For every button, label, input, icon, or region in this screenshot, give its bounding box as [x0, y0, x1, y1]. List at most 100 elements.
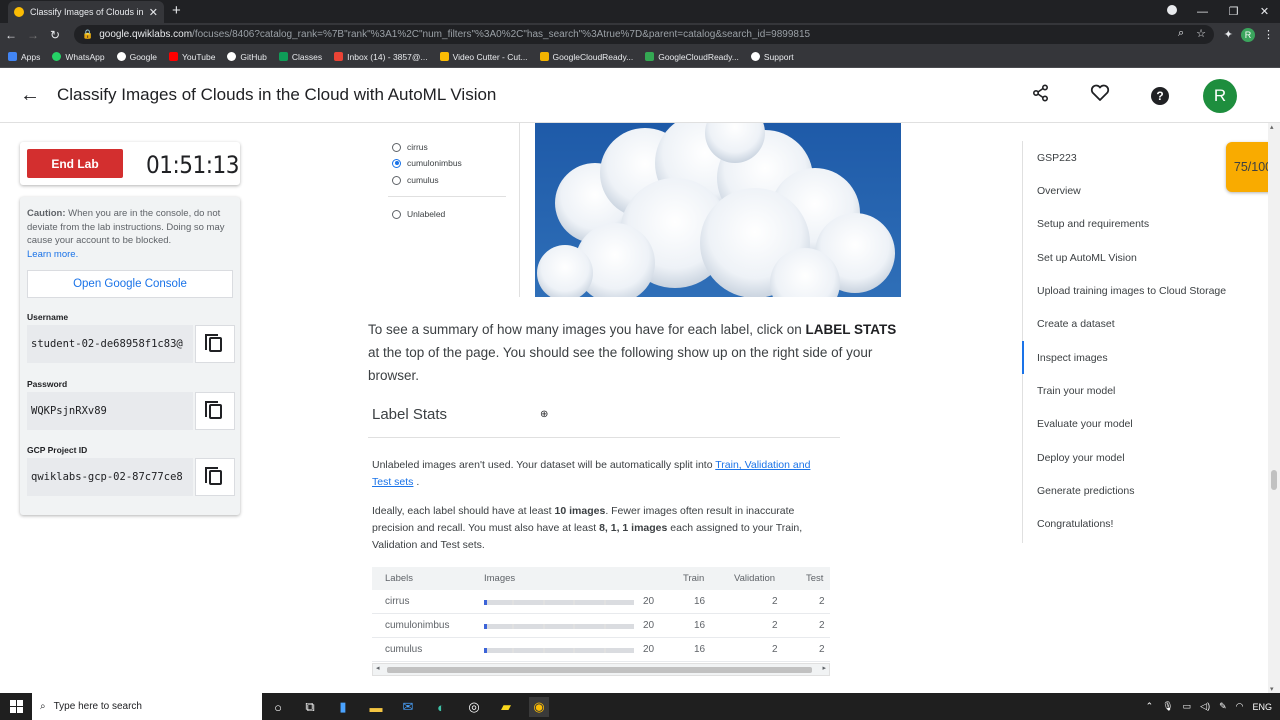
- toc-item-upload[interactable]: Upload training images to Cloud Storage: [1037, 285, 1226, 297]
- favorite-heart-icon[interactable]: [1090, 84, 1110, 107]
- page-icon: [645, 52, 655, 61]
- close-window-icon[interactable]: ✕: [1249, 5, 1280, 18]
- toc-item-dataset[interactable]: Create a dataset: [1037, 318, 1115, 330]
- toc-item-congratulations[interactable]: Congratulations!: [1037, 518, 1113, 530]
- address-bar[interactable]: 🔒 google.qwiklabs.com /focuses/8406?cata…: [74, 25, 1214, 44]
- media-icon[interactable]: [1156, 5, 1187, 18]
- language-indicator[interactable]: ENG: [1252, 702, 1272, 712]
- lab-timer-card: End Lab 01:51:13: [20, 142, 240, 185]
- microphone-icon[interactable]: 🎙: [1162, 701, 1173, 712]
- open-console-button[interactable]: Open Google Console: [27, 270, 233, 298]
- toc-item-train[interactable]: Train your model: [1037, 385, 1115, 397]
- bookmark-gcr-2[interactable]: GoogleCloudReady...: [645, 52, 739, 62]
- system-tray: ⌃ 🎙 ▭ ◁) ✎ ◠ ENG: [1146, 693, 1272, 720]
- gmail-icon: [334, 52, 344, 61]
- copy-project-id-button[interactable]: [195, 458, 235, 496]
- radio-unlabeled[interactable]: Unlabeled: [392, 209, 445, 219]
- minimize-icon[interactable]: —: [1187, 6, 1218, 18]
- github-icon: [227, 52, 237, 61]
- toc-item-automl[interactable]: Set up AutoML Vision: [1037, 252, 1137, 264]
- taskbar-search-box[interactable]: ⌕ Type here to search: [32, 693, 262, 720]
- restore-icon[interactable]: ❐: [1218, 5, 1249, 18]
- user-avatar[interactable]: R: [1203, 79, 1237, 113]
- row-train: 16: [694, 620, 706, 631]
- images-bar: [484, 648, 635, 653]
- profile-avatar[interactable]: R: [1241, 27, 1255, 42]
- toc-item-overview[interactable]: Overview: [1037, 185, 1081, 197]
- toc-item-predictions[interactable]: Generate predictions: [1037, 485, 1134, 497]
- scroll-right-icon[interactable]: ▸: [822, 664, 826, 672]
- share-icon[interactable]: [1032, 84, 1050, 107]
- bookmark-gcr-1[interactable]: GoogleCloudReady...: [539, 52, 633, 62]
- bookmark-support[interactable]: Support: [750, 52, 794, 62]
- bookmark-video-cutter[interactable]: Video Cutter - Cut...: [439, 52, 528, 62]
- file-explorer-icon[interactable]: ▬: [366, 697, 386, 717]
- row-label: cumulonimbus: [385, 620, 450, 631]
- password-label: Password: [27, 379, 68, 389]
- page-vertical-scrollbar[interactable]: ▴ ▾: [1268, 123, 1280, 693]
- pen-icon[interactable]: ✎: [1219, 701, 1227, 712]
- table-horizontal-scrollbar[interactable]: ◂ ▸: [372, 663, 830, 676]
- bookmark-youtube[interactable]: YouTube: [169, 52, 215, 62]
- toc-item-evaluate[interactable]: Evaluate your model: [1037, 418, 1133, 430]
- username-field[interactable]: student-02-de68958f1c83@: [27, 325, 193, 363]
- scroll-up-icon[interactable]: ▴: [1270, 123, 1274, 131]
- help-icon[interactable]: ?: [1151, 87, 1169, 105]
- toc-item-setup[interactable]: Setup and requirements: [1037, 218, 1149, 230]
- copy-icon: [204, 333, 222, 352]
- radio-cirrus[interactable]: cirrus: [392, 142, 428, 152]
- forward-nav-icon[interactable]: →: [22, 28, 44, 42]
- network-icon[interactable]: ▭: [1183, 701, 1192, 712]
- scrollbar-thumb[interactable]: [1271, 470, 1277, 490]
- row-images: 20: [643, 596, 655, 607]
- instruction-paragraph: To see a summary of how many images you …: [368, 322, 897, 383]
- learn-more-link[interactable]: Learn more.: [27, 249, 78, 260]
- phone-link-icon[interactable]: ▮: [333, 697, 353, 717]
- new-tab-icon[interactable]: +: [172, 2, 181, 19]
- classroom-icon: [278, 52, 288, 61]
- toc-item-deploy[interactable]: Deploy your model: [1037, 452, 1125, 464]
- scroll-down-icon[interactable]: ▾: [1270, 685, 1274, 693]
- mail-icon[interactable]: ✉: [398, 697, 418, 717]
- toc-active-indicator: [1022, 341, 1024, 374]
- bookmark-apps[interactable]: Apps: [8, 52, 40, 62]
- toc-item-inspect[interactable]: Inspect images: [1037, 352, 1108, 364]
- wifi-icon[interactable]: ◠: [1236, 701, 1244, 712]
- back-arrow-icon[interactable]: ←: [20, 84, 40, 107]
- browser-menu-icon[interactable]: ⋮: [1263, 28, 1274, 41]
- settings-app-icon[interactable]: ◎: [464, 697, 484, 717]
- radio-cumulus[interactable]: cumulus: [392, 175, 439, 185]
- sticky-notes-icon[interactable]: ▰: [496, 697, 516, 717]
- close-tab-icon[interactable]: ✕: [149, 6, 158, 19]
- bookmark-star-icon[interactable]: ☆: [1196, 27, 1206, 40]
- bookmark-google[interactable]: Google: [116, 52, 157, 62]
- chevron-up-icon[interactable]: ⌃: [1146, 701, 1154, 712]
- task-view-icon[interactable]: ⧉: [300, 697, 320, 717]
- bookmark-classes[interactable]: Classes: [278, 52, 322, 62]
- reload-icon[interactable]: ↻: [44, 28, 66, 42]
- taskbar-search-placeholder: Type here to search: [53, 701, 142, 712]
- scrollbar-thumb[interactable]: [387, 667, 812, 673]
- copy-username-button[interactable]: [195, 325, 235, 363]
- bookmark-whatsapp[interactable]: WhatsApp: [52, 52, 105, 62]
- browser-tab[interactable]: Classify Images of Clouds in the C ✕: [8, 1, 164, 23]
- zoom-icon[interactable]: ⌕: [1178, 27, 1184, 40]
- bookmark-github[interactable]: GitHub: [227, 52, 267, 62]
- end-lab-button[interactable]: End Lab: [27, 149, 123, 178]
- windows-start-icon[interactable]: [0, 693, 32, 720]
- extensions-puzzle-icon[interactable]: ✦: [1224, 28, 1233, 41]
- toc-item-gsp223[interactable]: GSP223: [1037, 152, 1077, 164]
- bookmark-inbox[interactable]: Inbox (14) - 3857@...: [334, 52, 428, 62]
- project-id-field[interactable]: qwiklabs-gcp-02-87c77ce8: [27, 458, 193, 496]
- edge-icon[interactable]: ◐: [431, 697, 451, 717]
- password-field[interactable]: WQKPsjnRXv89: [27, 392, 193, 430]
- volume-icon[interactable]: ◁): [1200, 701, 1210, 712]
- back-nav-icon[interactable]: ←: [0, 28, 22, 42]
- cortana-icon[interactable]: ○: [268, 697, 288, 717]
- chrome-icon[interactable]: ◉: [529, 697, 549, 717]
- windows-taskbar: ⌕ Type here to search ○ ⧉ ▮ ▬ ✉ ◐ ◎ ▰ ◉ …: [0, 693, 1280, 720]
- table-row: cumulonimbus 20 16 2 2: [372, 614, 830, 638]
- copy-password-button[interactable]: [195, 392, 235, 430]
- scroll-left-icon[interactable]: ◂: [376, 664, 380, 672]
- radio-cumulonimbus[interactable]: cumulonimbus: [392, 158, 462, 168]
